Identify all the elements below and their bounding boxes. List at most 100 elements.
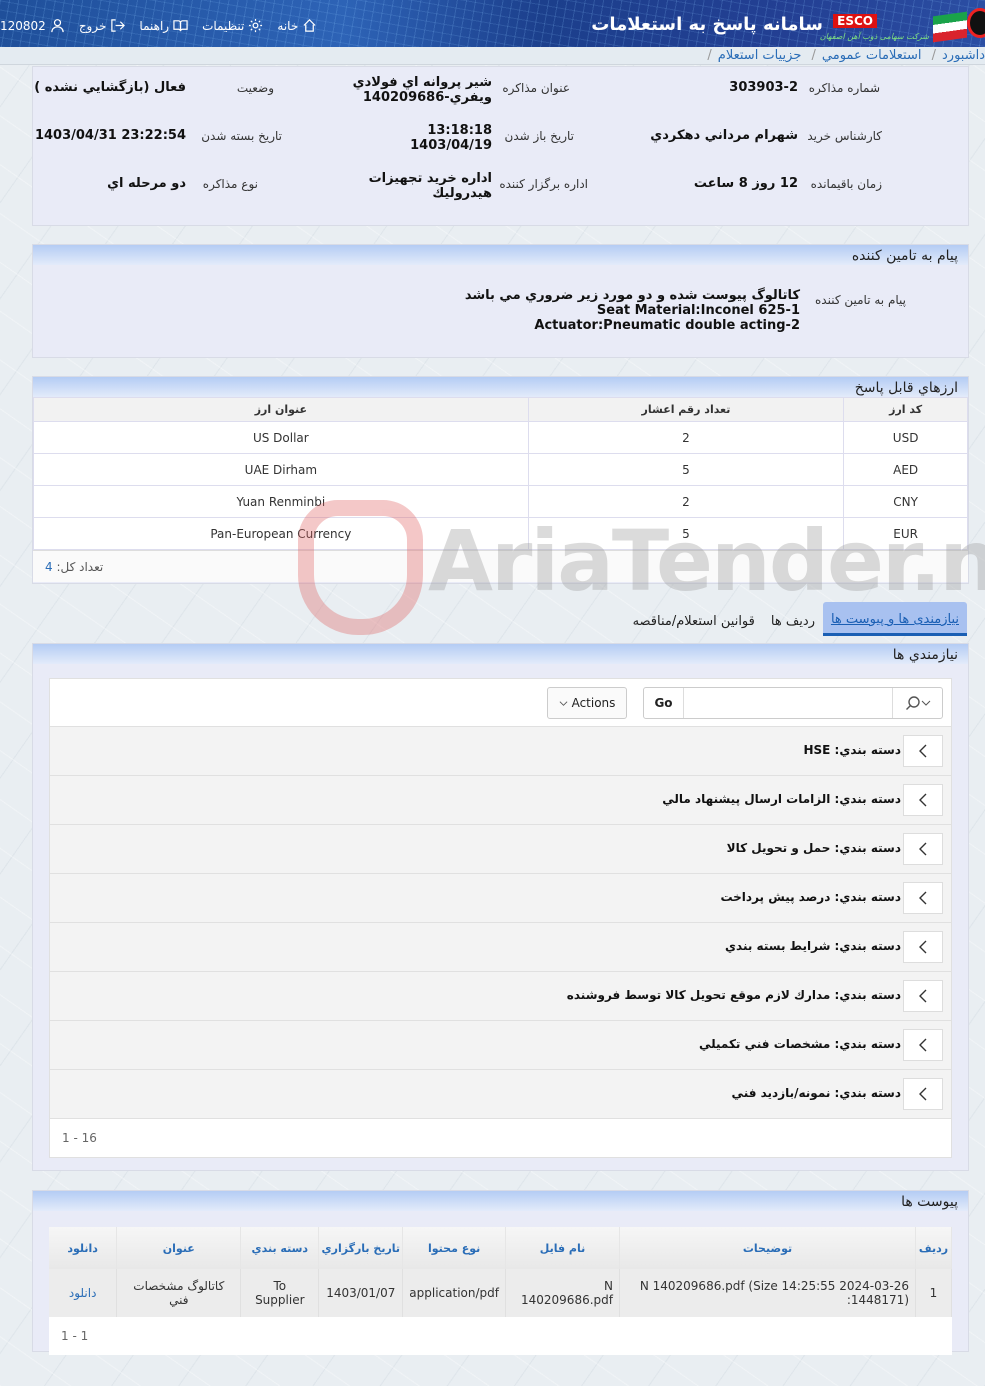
- currency-decimals: 5: [527, 453, 845, 486]
- requirements-pagination: 1 - 16: [50, 1119, 951, 1157]
- expand-button[interactable]: [903, 784, 943, 816]
- chevron-left-icon: [919, 989, 927, 1003]
- supplier-message-heading: پيام به تامين کننده: [33, 245, 968, 265]
- currency-name: Yuan Renminbi: [33, 485, 529, 518]
- breadcrumb-dashboard[interactable]: داشبورد: [942, 48, 985, 63]
- currency-code: EUR: [843, 517, 968, 550]
- expand-button[interactable]: [903, 1078, 943, 1110]
- expand-button[interactable]: [903, 1029, 943, 1061]
- col-row[interactable]: رديف: [915, 1227, 952, 1269]
- open-date-value: 13:18:18 1403/04/19: [410, 123, 492, 153]
- col-upload-date[interactable]: تاريخ بارگزاري: [318, 1227, 404, 1269]
- esco-logo: ESCO: [833, 14, 877, 28]
- list-item: دسته بندي: حمل و تحويل کالا: [50, 825, 951, 874]
- total-count: 4: [45, 560, 53, 574]
- actions-button[interactable]: Actions: [547, 687, 627, 719]
- table-row: USD 2 US Dollar: [33, 421, 968, 454]
- requirement-label: دسته بندي: شرايط بسته بندي: [725, 939, 901, 953]
- chevron-left-icon: [919, 940, 927, 954]
- col-download[interactable]: دانلود: [49, 1227, 118, 1269]
- expand-button[interactable]: [903, 980, 943, 1012]
- type-value: دو مرحله اي: [107, 176, 186, 191]
- iran-flag-icon: [933, 11, 967, 43]
- open-date-label: تاريخ باز شدن: [504, 129, 574, 143]
- col-currency-code[interactable]: کد ارز: [843, 397, 968, 422]
- col-description[interactable]: توضيحات: [619, 1227, 916, 1269]
- breadcrumb-public-inquiries[interactable]: استعلامات عمومي: [822, 48, 922, 63]
- requirements-panel: نيازمندي ها Go Actions دسته بندي: HSE دس…: [32, 643, 969, 1171]
- attachment-upload-date: 1403/01/07: [318, 1269, 404, 1317]
- requirements-heading: نيازمندي ها: [33, 644, 968, 664]
- expand-button[interactable]: [903, 833, 943, 865]
- help-link[interactable]: راهنما: [139, 18, 188, 33]
- chevron-left-icon: [919, 1087, 927, 1101]
- expand-button[interactable]: [903, 931, 943, 963]
- search-input[interactable]: [684, 688, 892, 718]
- list-item: دسته بندي: درصد پيش پرداخت: [50, 874, 951, 923]
- logout-link[interactable]: خروج: [79, 18, 126, 33]
- chevron-left-icon: [919, 891, 927, 905]
- requirement-label: دسته بندي: HSE: [803, 743, 901, 757]
- breadcrumb-inquiry-details[interactable]: جزييات استعلام: [718, 48, 802, 63]
- expand-button[interactable]: [903, 882, 943, 914]
- search-column-button[interactable]: [892, 688, 942, 718]
- type-label: نوع مذاکره: [202, 177, 258, 191]
- chevron-left-icon: [919, 793, 927, 807]
- attachment-file-name: N 140209686.pdf: [505, 1269, 620, 1317]
- tab-rows[interactable]: رديف ها: [763, 604, 823, 635]
- search-box: Go: [643, 687, 943, 719]
- home-icon: [303, 19, 316, 32]
- breadcrumb: داشبورد/ استعلامات عمومي/ جزييات استعلام…: [0, 47, 985, 65]
- title-label: عنوان مذاکره: [502, 81, 570, 95]
- supplier-message-label: پيام به تامين کننده: [815, 293, 906, 307]
- currencies-footer: تعداد کل: 4: [33, 550, 968, 582]
- company-logo-icon: [967, 8, 985, 38]
- help-label: راهنما: [139, 18, 170, 33]
- negotiation-number-label: شماره مذاکره: [808, 81, 880, 95]
- header-nav: 120802 خروج راهنما تنظيمات خانه: [0, 18, 317, 33]
- download-link[interactable]: دانلود: [69, 1286, 97, 1300]
- user-menu[interactable]: 120802: [0, 18, 65, 33]
- col-currency-name[interactable]: عنوان ارز: [33, 397, 529, 422]
- col-file-name[interactable]: نام فايل: [505, 1227, 620, 1269]
- currencies-panel: ارزهاي قابل پاسخ کد ارز تعداد رقم اعشار …: [32, 376, 969, 584]
- currency-name: UAE Dirham: [33, 453, 529, 486]
- search-icon: [905, 696, 920, 710]
- tab-requirements-attachments[interactable]: نيازمندی ها و پيوست ها: [822, 602, 967, 636]
- chevron-left-icon: [919, 744, 927, 758]
- attachment-description: N 140209686.pdf (Size 14:25:55 2024-03-2…: [619, 1269, 916, 1317]
- currencies-heading: ارزهاي قابل پاسخ: [33, 377, 968, 397]
- requirements-report: Go Actions دسته بندي: HSE دسته بندي: الز…: [49, 678, 952, 1158]
- logout-icon: [111, 19, 126, 32]
- tab-rules[interactable]: قوانين استعلام/مناقصه: [625, 604, 763, 635]
- organizer-label: اداره برگزار کننده: [499, 177, 588, 191]
- requirement-label: دسته بندي: حمل و تحويل کالا: [726, 841, 901, 855]
- close-date-label: تاريخ بسته شدن: [201, 129, 282, 143]
- home-link[interactable]: خانه: [277, 18, 317, 33]
- table-row: 1 N 140209686.pdf (Size 14:25:55 2024-03…: [49, 1269, 952, 1317]
- close-date-value: 1403/04/31 23:22:54: [34, 128, 186, 143]
- list-item: دسته بندي: مدارك لازم موقع تحويل کالا تو…: [50, 972, 951, 1021]
- requirement-label: دسته بندي: مشخصات فني تکميلي: [698, 1037, 901, 1051]
- currency-code: AED: [843, 453, 968, 486]
- currency-decimals: 2: [527, 485, 845, 518]
- expand-button[interactable]: [903, 735, 943, 767]
- list-item: دسته بندي: نمونه/بازديد فني: [50, 1070, 951, 1119]
- chevron-down-icon: [921, 700, 930, 706]
- settings-link[interactable]: تنظيمات: [202, 18, 263, 33]
- gear-icon: [249, 18, 263, 33]
- user-icon: [51, 19, 64, 33]
- col-decimals[interactable]: تعداد رقم اعشار: [527, 397, 845, 422]
- chevron-left-icon: [919, 842, 927, 856]
- col-category[interactable]: دسته بندي: [240, 1227, 320, 1269]
- col-title[interactable]: عنوان: [116, 1227, 242, 1269]
- total-label: تعداد کل:: [56, 560, 104, 574]
- organizer-value: اداره خريد تجهيزات هيدروليك: [368, 171, 492, 201]
- attachment-content-type: application/pdf: [402, 1269, 506, 1317]
- list-item: دسته بندي: مشخصات فني تکميلي: [50, 1021, 951, 1070]
- requirement-label: دسته بندي: الزامات ارسال پيشنهاد مالي: [662, 792, 901, 806]
- actions-label: Actions: [571, 696, 616, 710]
- col-content-type[interactable]: نوع محتوا: [402, 1227, 506, 1269]
- go-button[interactable]: Go: [644, 688, 684, 718]
- negotiation-number: 303903-2: [729, 80, 798, 95]
